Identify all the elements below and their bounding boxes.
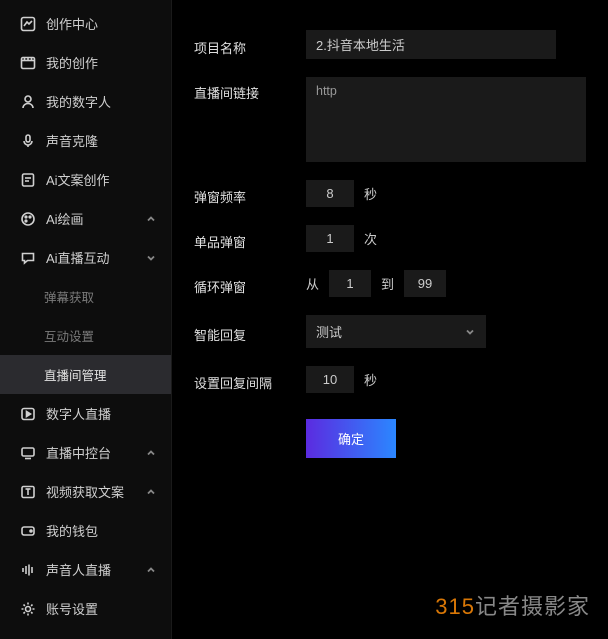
chevron-up-icon — [145, 486, 157, 498]
reply-interval-unit: 秒 — [364, 370, 377, 389]
live-link-textarea[interactable] — [306, 77, 586, 162]
sidebar-item-voice-live[interactable]: 声音人直播 — [0, 550, 171, 589]
loop-to-input[interactable] — [404, 270, 446, 297]
chevron-up-icon — [145, 213, 157, 225]
loop-popup-label: 循环弹窗 — [194, 271, 306, 296]
sidebar-item-label: 数字人直播 — [46, 404, 157, 423]
project-name-input[interactable] — [306, 30, 556, 59]
chevron-up-icon — [145, 447, 157, 459]
sidebar-item-label: 我的创作 — [46, 53, 157, 72]
sidebar-item-room-manage[interactable]: 直播间管理 — [0, 355, 171, 394]
loop-from-input[interactable] — [329, 270, 371, 297]
sidebar-item-label: 账号设置 — [46, 599, 157, 618]
sidebar-item-label: 我的数字人 — [46, 92, 157, 111]
single-popup-input[interactable] — [306, 225, 354, 252]
play-icon — [20, 406, 36, 422]
gear-icon — [20, 601, 36, 617]
person-icon — [20, 94, 36, 110]
sidebar-item-label: 我的钱包 — [46, 521, 157, 540]
sidebar-item-label: 弹幕获取 — [44, 287, 157, 306]
sidebar-item-label: 声音克隆 — [46, 131, 157, 150]
mic-icon — [20, 133, 36, 149]
chat-icon — [20, 250, 36, 266]
console-icon — [20, 445, 36, 461]
reply-interval-label: 设置回复间隔 — [194, 367, 306, 392]
select-value: 测试 — [316, 322, 342, 341]
smart-reply-label: 智能回复 — [194, 319, 306, 344]
sidebar-item-label: Ai绘画 — [46, 209, 135, 228]
sidebar-item-account-settings[interactable]: 账号设置 — [0, 589, 171, 628]
single-popup-unit: 次 — [364, 229, 377, 248]
sidebar-item-label: 声音人直播 — [46, 560, 135, 579]
sidebar-item-ai-live-interact[interactable]: Ai直播互动 — [0, 238, 171, 277]
submit-button[interactable]: 确定 — [306, 419, 396, 458]
popup-rate-unit: 秒 — [364, 184, 377, 203]
chevron-down-icon — [145, 252, 157, 264]
film-icon — [20, 55, 36, 71]
live-link-label: 直播间链接 — [194, 77, 306, 102]
sidebar-item-label: Ai文案创作 — [46, 170, 157, 189]
sidebar-item-label: 直播间管理 — [44, 365, 157, 384]
text-box-icon — [20, 484, 36, 500]
sidebar-item-avatar-live[interactable]: 数字人直播 — [0, 394, 171, 433]
popup-rate-label: 弹窗频率 — [194, 181, 306, 206]
smart-reply-select[interactable]: 测试 — [306, 315, 486, 348]
sidebar-item-danmu-fetch[interactable]: 弹幕获取 — [0, 277, 171, 316]
sidebar-item-creation-center[interactable]: 创作中心 — [0, 4, 171, 43]
sidebar-item-voice-clone[interactable]: 声音克隆 — [0, 121, 171, 160]
sidebar-item-label: Ai直播互动 — [46, 248, 135, 267]
palette-icon — [20, 211, 36, 227]
sidebar-item-ai-paint[interactable]: Ai绘画 — [0, 199, 171, 238]
sidebar: 创作中心 我的创作 我的数字人 声音克隆 Ai文案创作 Ai绘画 Ai直播互动 — [0, 0, 172, 639]
sidebar-item-label: 直播中控台 — [46, 443, 135, 462]
project-name-label: 项目名称 — [194, 32, 306, 57]
sidebar-item-label: 互动设置 — [44, 326, 157, 345]
sidebar-item-live-console[interactable]: 直播中控台 — [0, 433, 171, 472]
sidebar-item-label: 创作中心 — [46, 14, 157, 33]
sidebar-item-my-wallet[interactable]: 我的钱包 — [0, 511, 171, 550]
sound-bars-icon — [20, 562, 36, 578]
chevron-up-icon — [145, 564, 157, 576]
sidebar-item-my-creations[interactable]: 我的创作 — [0, 43, 171, 82]
loop-from-label: 从 — [306, 274, 319, 293]
wallet-icon — [20, 523, 36, 539]
reply-interval-input[interactable] — [306, 366, 354, 393]
single-popup-label: 单品弹窗 — [194, 226, 306, 251]
sidebar-item-ai-copywriting[interactable]: Ai文案创作 — [0, 160, 171, 199]
sidebar-item-video-to-text[interactable]: 视频获取文案 — [0, 472, 171, 511]
main-content: 项目名称 直播间链接 弹窗频率 秒 单品弹窗 次 循环弹窗 从 到 智能回复 — [172, 0, 608, 639]
sidebar-item-label: 视频获取文案 — [46, 482, 135, 501]
loop-to-label: 到 — [381, 274, 394, 293]
popup-rate-input[interactable] — [306, 180, 354, 207]
doc-ai-icon — [20, 172, 36, 188]
chevron-down-icon — [464, 326, 476, 338]
sidebar-item-interact-settings[interactable]: 互动设置 — [0, 316, 171, 355]
sidebar-item-my-avatar[interactable]: 我的数字人 — [0, 82, 171, 121]
chart-icon — [20, 16, 36, 32]
